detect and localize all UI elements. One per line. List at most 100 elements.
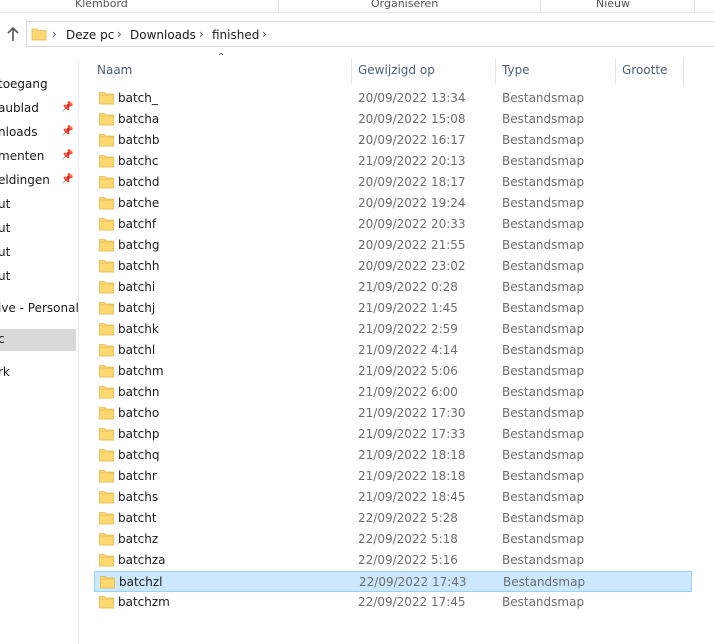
folder-icon — [99, 343, 114, 360]
file-name[interactable]: batcho — [118, 406, 159, 420]
nav-item-folder[interactable]: ut — [0, 194, 76, 216]
file-row[interactable]: batchh 20/09/2022 23:02 Bestandsmap — [94, 256, 692, 277]
file-name[interactable]: batchq — [118, 448, 160, 462]
file-name[interactable]: batchi — [118, 280, 155, 294]
navigation-pane: toegang aublad 📌 nloads 📌 menten 📌 eldingen… — [0, 60, 79, 644]
file-type: Bestandsmap — [502, 280, 585, 294]
file-modified: 21/09/2022 4:14 — [358, 343, 458, 357]
file-row[interactable]: batchg 20/09/2022 21:55 Bestandsmap — [94, 235, 692, 256]
file-row[interactable]: batchk 21/09/2022 2:59 Bestandsmap — [94, 319, 692, 340]
file-row[interactable]: batche 20/09/2022 19:24 Bestandsmap — [94, 193, 692, 214]
file-modified: 22/09/2022 17:43 — [359, 575, 467, 589]
file-row[interactable]: batcho 21/09/2022 17:30 Bestandsmap — [94, 403, 692, 424]
file-name[interactable]: batchn — [118, 385, 159, 399]
file-name[interactable]: batchs — [118, 490, 158, 504]
file-row[interactable]: batch_ 20/09/2022 13:34 Bestandsmap — [94, 88, 692, 109]
ribbon-divider — [694, 0, 695, 11]
chevron-right-icon[interactable]: › — [117, 27, 122, 41]
chevron-right-icon[interactable]: › — [262, 27, 267, 41]
file-name[interactable]: batchj — [118, 301, 155, 315]
file-name[interactable]: batcht — [118, 511, 157, 525]
file-row[interactable]: batchs 21/09/2022 18:45 Bestandsmap — [94, 487, 692, 508]
nav-item-desktop[interactable]: aublad 📌 — [0, 98, 76, 120]
nav-item-documents[interactable]: menten 📌 — [0, 146, 76, 168]
nav-item-quick-access[interactable]: toegang — [0, 74, 76, 96]
file-row[interactable]: batchp 21/09/2022 17:33 Bestandsmap — [94, 424, 692, 445]
column-divider[interactable] — [495, 58, 496, 84]
file-modified: 20/09/2022 21:55 — [358, 238, 466, 252]
file-row[interactable]: batcht 22/09/2022 5:28 Bestandsmap — [94, 508, 692, 529]
chevron-right-icon[interactable]: › — [52, 27, 57, 41]
column-divider[interactable] — [615, 58, 616, 84]
file-row[interactable]: batchzm 22/09/2022 17:45 Bestandsmap — [94, 592, 692, 613]
up-arrow-icon[interactable] — [4, 26, 22, 44]
file-row[interactable]: batchj 21/09/2022 1:45 Bestandsmap — [94, 298, 692, 319]
file-modified: 22/09/2022 5:18 — [358, 532, 458, 546]
file-row[interactable]: batchn 21/09/2022 6:00 Bestandsmap — [94, 382, 692, 403]
column-header-size[interactable]: Grootte — [622, 63, 667, 77]
file-row[interactable]: batchq 21/09/2022 18:18 Bestandsmap — [94, 445, 692, 466]
file-name[interactable]: batch_ — [118, 91, 158, 105]
ribbon-divider — [278, 0, 279, 11]
file-name[interactable]: batchz — [118, 532, 158, 546]
file-modified: 21/09/2022 6:00 — [358, 385, 458, 399]
file-type: Bestandsmap — [502, 175, 585, 189]
nav-item-folder[interactable]: ut — [0, 242, 76, 264]
file-name[interactable]: batchzl — [119, 575, 163, 589]
file-name[interactable]: batche — [118, 196, 159, 210]
address-bar[interactable]: › Deze pc › Downloads › finished › — [26, 21, 714, 47]
file-row[interactable]: batchi 21/09/2022 0:28 Bestandsmap — [94, 277, 692, 298]
file-name[interactable]: batchh — [118, 259, 159, 273]
nav-item-onedrive[interactable]: ive - Personal — [0, 298, 78, 320]
column-header-type[interactable]: Type — [502, 63, 530, 77]
file-type: Bestandsmap — [502, 133, 585, 147]
nav-item-network[interactable]: rk — [0, 362, 76, 384]
column-header-modified[interactable]: Gewijzigd op — [358, 63, 435, 77]
nav-item-this-pc[interactable]: c — [0, 329, 76, 351]
column-divider[interactable] — [351, 58, 352, 84]
file-name[interactable]: batchb — [118, 133, 160, 147]
file-row[interactable]: batchr 21/09/2022 18:18 Bestandsmap — [94, 466, 692, 487]
folder-icon — [99, 427, 114, 444]
breadcrumb-finished[interactable]: finished — [212, 28, 259, 42]
file-modified: 21/09/2022 0:28 — [358, 280, 458, 294]
file-type: Bestandsmap — [502, 385, 585, 399]
file-name[interactable]: batcha — [118, 112, 159, 126]
file-row[interactable]: batchz 22/09/2022 5:18 Bestandsmap — [94, 529, 692, 550]
file-row[interactable]: batchb 20/09/2022 16:17 Bestandsmap — [94, 130, 692, 151]
file-name[interactable]: batchr — [118, 469, 157, 483]
nav-item-pictures[interactable]: eldingen 📌 — [0, 170, 76, 192]
nav-item-folder[interactable]: ut — [0, 266, 76, 288]
breadcrumb-deze-pc[interactable]: Deze pc — [66, 28, 114, 42]
file-type: Bestandsmap — [502, 196, 585, 210]
file-name[interactable]: batchza — [118, 553, 166, 567]
file-name[interactable]: batchc — [118, 154, 158, 168]
file-row[interactable]: batchd 20/09/2022 18:17 Bestandsmap — [94, 172, 692, 193]
file-name[interactable]: batchp — [118, 427, 160, 441]
file-name[interactable]: batchzm — [118, 595, 170, 609]
file-name[interactable]: batchg — [118, 238, 160, 252]
nav-item-downloads[interactable]: nloads 📌 — [0, 122, 76, 144]
column-header-name[interactable]: Naam — [97, 63, 132, 77]
file-list: ⌃ Naam Gewijzigd op Type Grootte batch_ 2… — [90, 52, 714, 644]
pin-icon: 📌 — [61, 174, 74, 185]
file-row[interactable]: batchza 22/09/2022 5:16 Bestandsmap — [94, 550, 692, 571]
file-name[interactable]: batchk — [118, 322, 159, 336]
file-name[interactable]: batchd — [118, 175, 160, 189]
file-row[interactable]: batchzl 22/09/2022 17:43 Bestandsmap — [94, 571, 692, 592]
nav-item-folder[interactable]: ut — [0, 218, 76, 240]
file-row[interactable]: batchc 21/09/2022 20:13 Bestandsmap — [94, 151, 692, 172]
file-row[interactable]: batcha 20/09/2022 15:08 Bestandsmap — [94, 109, 692, 130]
file-name[interactable]: batchm — [118, 364, 164, 378]
file-type: Bestandsmap — [502, 448, 585, 462]
breadcrumb-downloads[interactable]: Downloads — [130, 28, 196, 42]
file-row[interactable]: batchm 21/09/2022 5:06 Bestandsmap — [94, 361, 692, 382]
chevron-right-icon[interactable]: › — [199, 27, 204, 41]
nav-item-label: eldingen — [0, 173, 50, 187]
file-name[interactable]: batchl — [118, 343, 155, 357]
file-name[interactable]: batchf — [118, 217, 156, 231]
file-row[interactable]: batchl 21/09/2022 4:14 Bestandsmap — [94, 340, 692, 361]
file-row[interactable]: batchf 20/09/2022 20:33 Bestandsmap — [94, 214, 692, 235]
file-modified: 21/09/2022 20:13 — [358, 154, 466, 168]
column-divider[interactable] — [683, 58, 684, 84]
